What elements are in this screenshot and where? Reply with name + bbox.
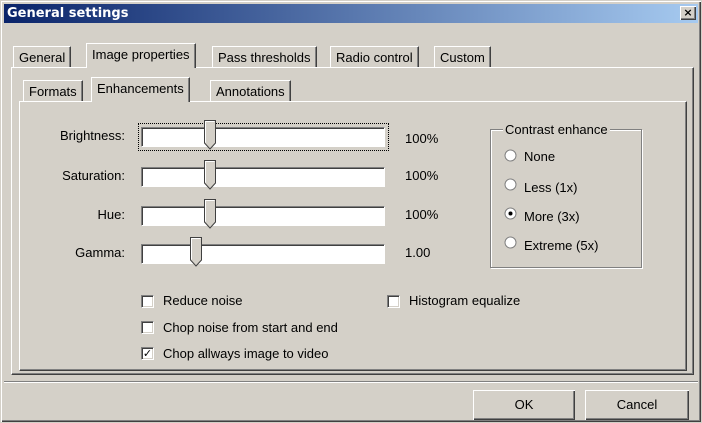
radio-more[interactable]: [504, 207, 517, 220]
tab-general[interactable]: General: [13, 46, 72, 68]
ok-button[interactable]: OK: [473, 390, 575, 420]
radio-none-label[interactable]: None: [524, 149, 555, 164]
radio-less[interactable]: [504, 178, 517, 191]
radio-none[interactable]: [504, 149, 517, 162]
hue-slider[interactable]: [141, 206, 385, 226]
close-icon[interactable]: ×: [680, 6, 696, 20]
histogram-equalize-checkbox[interactable]: [387, 295, 400, 308]
gamma-slider-thumb[interactable]: [189, 237, 202, 267]
saturation-slider[interactable]: [141, 167, 385, 187]
subtab-enhancements[interactable]: Enhancements: [91, 77, 190, 102]
hue-slider-thumb[interactable]: [203, 199, 216, 229]
histogram-equalize-label[interactable]: Histogram equalize: [409, 293, 520, 308]
radio-extreme[interactable]: [504, 236, 517, 249]
gamma-slider[interactable]: [141, 244, 385, 264]
subtab-formats[interactable]: Formats: [23, 80, 83, 102]
cancel-button[interactable]: Cancel: [585, 390, 689, 420]
settings-dialog: General settings × General Image propert…: [0, 0, 702, 423]
bottom-separator: [4, 381, 698, 383]
chop-image-label[interactable]: Chop allways image to video: [163, 346, 328, 361]
reduce-noise-checkbox[interactable]: [141, 295, 154, 308]
hue-value: 100%: [405, 207, 439, 222]
brightness-value: 100%: [405, 131, 439, 146]
tab-image-properties[interactable]: Image properties: [86, 43, 196, 68]
contrast-enhance-title: Contrast enhance: [503, 122, 610, 137]
saturation-value: 100%: [405, 168, 439, 183]
chop-image-checkbox[interactable]: ✓: [141, 347, 154, 360]
brightness-slider-thumb[interactable]: [203, 120, 216, 150]
saturation-label: Saturation:: [62, 168, 125, 183]
reduce-noise-label[interactable]: Reduce noise: [163, 293, 243, 308]
gamma-value: 1.00: [405, 245, 431, 260]
tab-radio-control[interactable]: Radio control: [330, 46, 419, 68]
gamma-label: Gamma:: [75, 245, 125, 260]
chop-noise-checkbox[interactable]: [141, 321, 154, 334]
radio-more-label[interactable]: More (3x): [524, 209, 580, 224]
radio-extreme-label[interactable]: Extreme (5x): [524, 238, 598, 253]
title-bar[interactable]: General settings ×: [4, 4, 698, 23]
brightness-label: Brightness:: [59, 128, 125, 143]
tab-pass-thresholds[interactable]: Pass thresholds: [212, 46, 317, 68]
subtab-annotations[interactable]: Annotations: [210, 80, 291, 102]
radio-less-label[interactable]: Less (1x): [524, 180, 577, 195]
hue-label: Hue:: [97, 207, 125, 222]
saturation-slider-thumb[interactable]: [203, 160, 216, 190]
brightness-slider[interactable]: [141, 127, 385, 147]
chop-noise-label[interactable]: Chop noise from start and end: [163, 320, 338, 335]
tab-custom[interactable]: Custom: [434, 46, 491, 68]
window-title: General settings: [7, 6, 129, 21]
